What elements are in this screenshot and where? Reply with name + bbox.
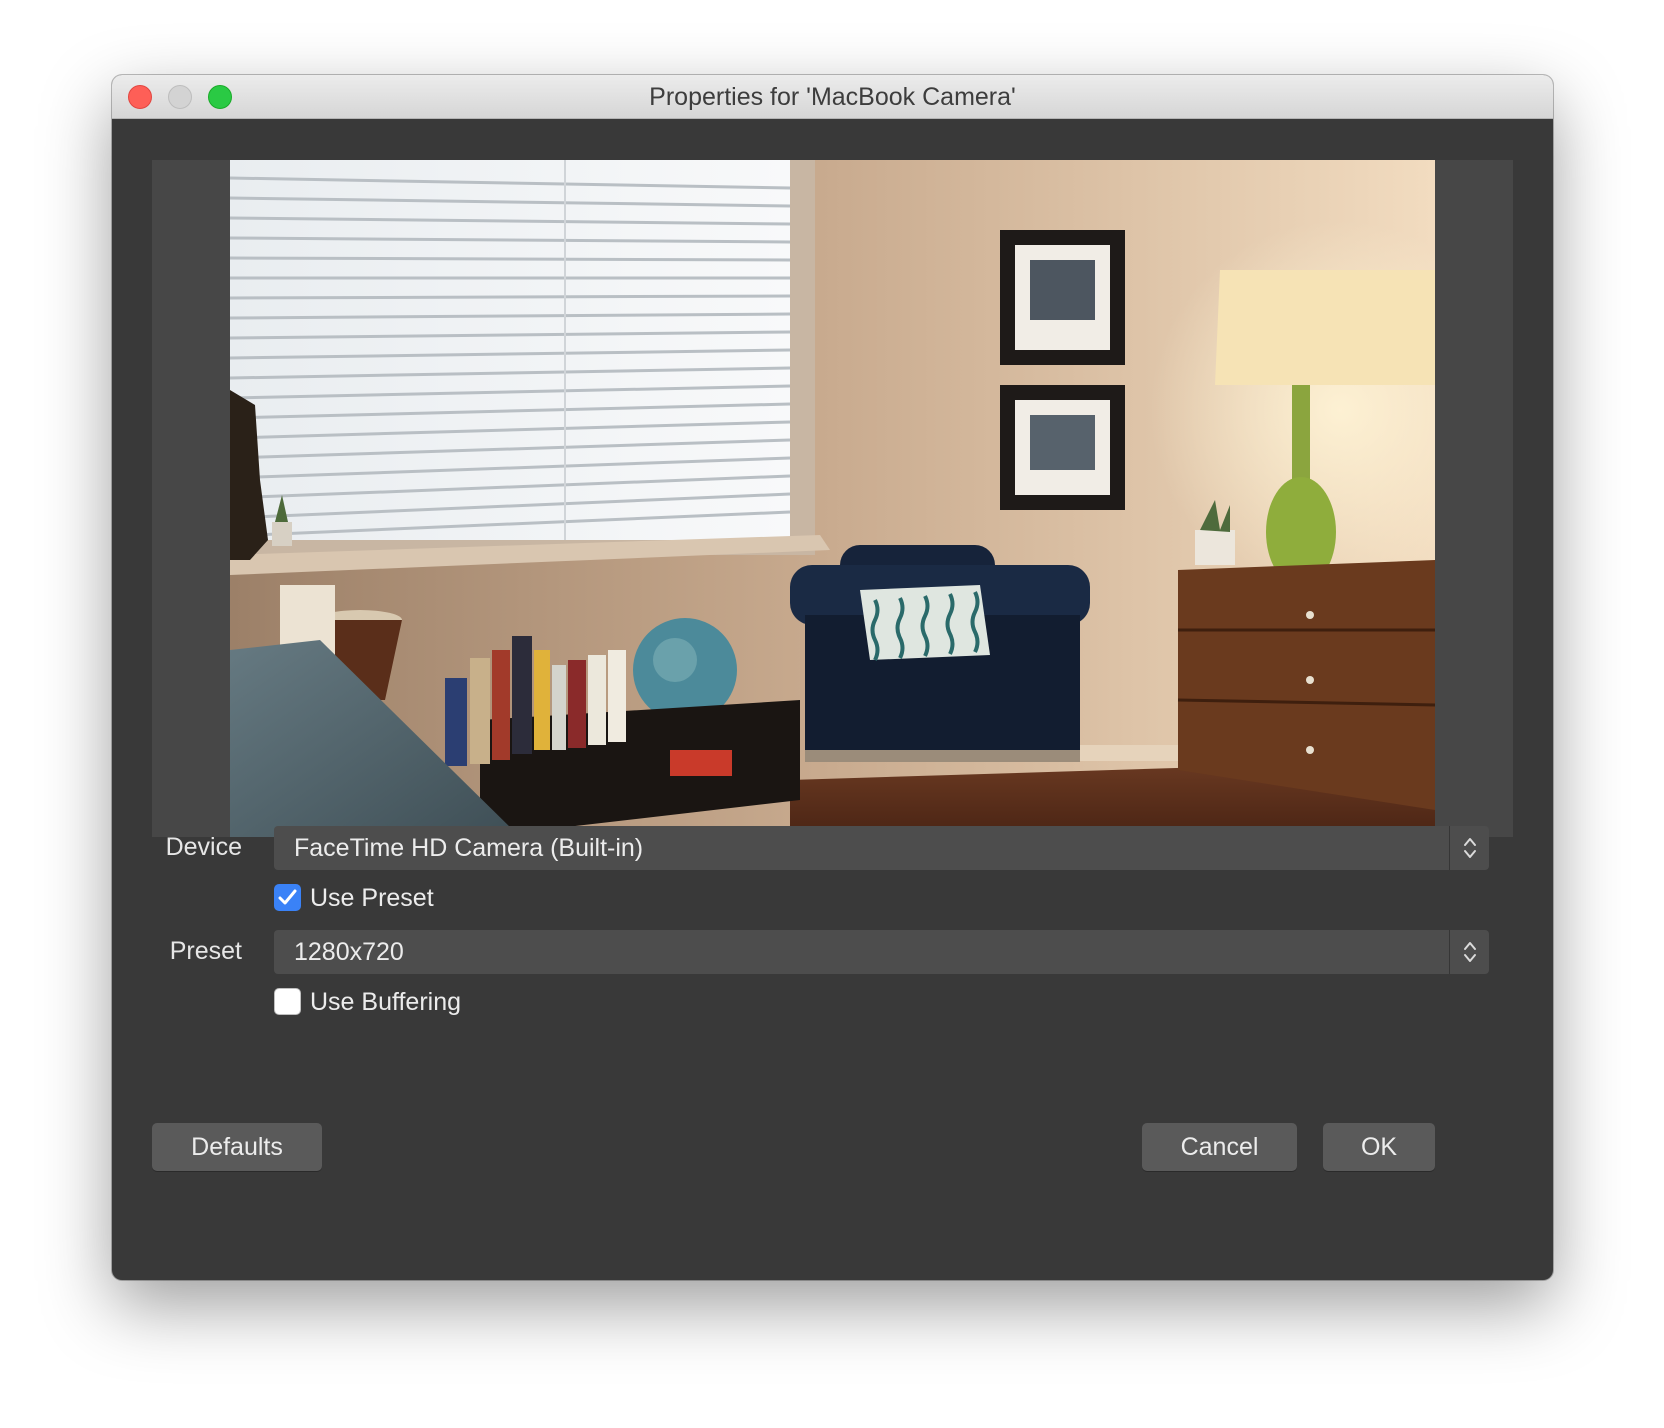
device-select-value: FaceTime HD Camera (Built-in) (294, 834, 644, 862)
device-select-chevrons-icon[interactable] (1449, 826, 1489, 870)
use-buffering-checkbox[interactable] (274, 988, 301, 1015)
preset-select-value: 1280x720 (294, 938, 404, 966)
use-buffering-label: Use Buffering (310, 988, 462, 1016)
use-preset-checkbox[interactable] (274, 884, 301, 911)
use-preset-label: Use Preset (310, 884, 434, 912)
defaults-button[interactable]: Defaults (152, 1123, 322, 1171)
title-bar[interactable]: Properties for 'MacBook Camera' (112, 75, 1553, 119)
preset-select-chevrons-icon[interactable] (1449, 930, 1489, 974)
preset-select[interactable]: 1280x720 (274, 930, 1489, 974)
checkmark-icon (278, 889, 297, 905)
camera-preview-image (230, 160, 1435, 837)
properties-dialog: Properties for 'MacBook Camera' Device F… (112, 75, 1553, 1280)
device-label: Device (165, 833, 242, 861)
preview-area (152, 160, 1513, 837)
cancel-button[interactable]: Cancel (1142, 1123, 1297, 1171)
preset-label: Preset (169, 937, 242, 965)
window-title: Properties for 'MacBook Camera' (649, 83, 1016, 111)
device-select[interactable]: FaceTime HD Camera (Built-in) (274, 826, 1489, 870)
ok-button[interactable]: OK (1323, 1123, 1435, 1171)
